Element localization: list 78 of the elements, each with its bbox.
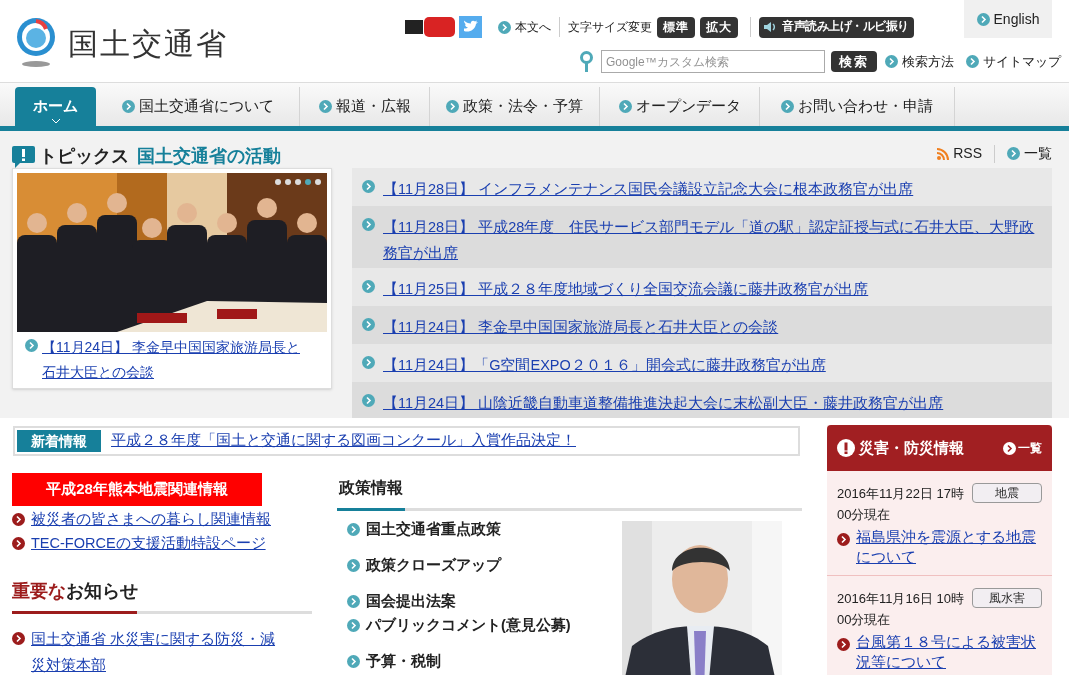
earthquake-banner[interactable]: 平成28年熊本地震関連情報 bbox=[12, 473, 262, 506]
rss-icon bbox=[937, 147, 950, 160]
chevron-icon bbox=[362, 180, 375, 193]
font-size-label: 文字サイズ変更 bbox=[568, 19, 652, 36]
chevron-icon bbox=[25, 339, 38, 352]
disaster-link[interactable]: 福島県沖を震源とする地震について bbox=[856, 527, 1042, 567]
topic-link[interactable]: 【11月24日】 李金早中国国家旅游局長と石井大臣との会談 bbox=[383, 314, 779, 340]
chevron-icon bbox=[885, 55, 898, 68]
nav-tab[interactable]: ホーム bbox=[15, 87, 96, 126]
topic-link[interactable]: 【11月28日】 インフラメンテナンス国民会議設立記念大会に根本政務官が出席 bbox=[383, 176, 914, 202]
font-size-button[interactable]: 標準 bbox=[657, 16, 695, 38]
policy-link[interactable]: 国会提出法案 bbox=[366, 591, 456, 611]
chevron-icon bbox=[318, 100, 332, 113]
notice-link[interactable]: 国土交通省 水災害に関する防災・減災対策本部 bbox=[31, 626, 281, 675]
search-help-link[interactable]: 検索方法 bbox=[885, 51, 954, 72]
earthquake-link[interactable]: 被災者の皆さまへの暮らし関連情報 bbox=[31, 508, 271, 530]
policy-title: 政策情報 bbox=[338, 478, 404, 498]
policy-link[interactable]: 政策クローズアップ bbox=[366, 555, 501, 575]
pin-icon bbox=[580, 50, 593, 73]
speech-button[interactable]: 音声読み上げ・ルビ振り bbox=[759, 16, 914, 38]
chevron-icon bbox=[347, 558, 360, 572]
topic-link[interactable]: 【11月25日】 平成２８年度地域づくり全国交流会議に藤井政務官が出席 bbox=[383, 276, 869, 302]
topic-link[interactable]: 【11月28日】 平成28年度 住民サービス部門モデル「道の駅」認定証授与式に石井大臣、大野政務官が出席 bbox=[383, 214, 1042, 266]
topic-link[interactable]: 【11月24日】「G空間EXPO２０１６」開会式に藤井政務官が出席 bbox=[383, 352, 826, 378]
chevron-icon bbox=[347, 654, 360, 668]
font-size-button[interactable]: 拡大 bbox=[700, 16, 738, 38]
topic-link[interactable]: 【11月24日】 李金早中国国家旅游局長と石井大臣との会談 bbox=[42, 335, 312, 385]
chevron-icon bbox=[362, 356, 375, 369]
chevron-icon bbox=[12, 632, 25, 645]
chevron-icon bbox=[966, 55, 979, 68]
news-label: 新着情報 bbox=[17, 430, 101, 452]
notices-title: 重要なお知らせ bbox=[12, 580, 139, 603]
chevron-icon bbox=[362, 318, 375, 331]
news-link[interactable]: 平成２８年度「国土と交通に関する図画コンクール」入賞作品決定！ bbox=[111, 430, 576, 452]
chevron-icon bbox=[362, 394, 375, 407]
chevron-icon bbox=[362, 280, 375, 293]
chevron-icon bbox=[347, 522, 360, 536]
list-link[interactable]: 一覧 bbox=[1007, 143, 1052, 164]
disaster-time: 2016年11月16日 10時00分現在 bbox=[837, 590, 965, 629]
caret-icon bbox=[50, 118, 61, 124]
chevron-icon bbox=[347, 594, 360, 608]
chevron-icon bbox=[121, 100, 135, 113]
topic-link[interactable]: 【11月24日】 山陰近畿自動車道整備推進決起大会に末松副大臣・藤井政務官が出席 bbox=[383, 390, 944, 416]
chevron-icon bbox=[781, 100, 794, 113]
sitemap-link[interactable]: サイトマップ bbox=[966, 51, 1061, 72]
disaster-tag: 風水害 bbox=[972, 588, 1042, 608]
exclamation-icon bbox=[837, 439, 855, 457]
chevron-icon bbox=[1003, 441, 1016, 455]
disaster-title: 災害・防災情報 bbox=[859, 437, 964, 458]
section-subtitle: 国土交通省の活動 bbox=[137, 145, 281, 168]
policy-link[interactable]: パブリックコメント(意見公募) bbox=[366, 615, 571, 635]
section-title: トピックス bbox=[39, 145, 129, 168]
policy-link[interactable]: 予算・税制 bbox=[366, 651, 441, 671]
chevron-icon bbox=[1007, 147, 1020, 160]
chevron-icon bbox=[498, 20, 511, 34]
site-name: 国土交通省 bbox=[68, 25, 228, 62]
chevron-icon bbox=[12, 536, 25, 550]
chevron-icon bbox=[362, 218, 375, 231]
search-field[interactable]: Google™カスタム検索 bbox=[601, 50, 825, 73]
chevron-icon bbox=[12, 512, 25, 526]
search-button[interactable]: 検索 bbox=[831, 51, 877, 72]
speaker-icon bbox=[764, 21, 778, 33]
disaster-tag: 地震 bbox=[972, 483, 1042, 503]
english-link[interactable]: English bbox=[964, 0, 1052, 38]
chevron-icon bbox=[837, 638, 850, 651]
disaster-list-link[interactable]: 一覧 bbox=[1003, 439, 1042, 457]
disaster-link[interactable]: 台風第１８号による被害状況等について bbox=[856, 632, 1042, 672]
disaster-time: 2016年11月22日 17時00分現在 bbox=[837, 485, 965, 524]
chevron-icon bbox=[446, 100, 459, 113]
chevron-icon bbox=[347, 618, 360, 632]
earthquake-link[interactable]: TEC-FORCEの支援活動特設ページ bbox=[31, 532, 266, 554]
chevron-icon bbox=[976, 12, 990, 26]
bird-icon bbox=[459, 16, 482, 38]
policy-link[interactable]: 国土交通省重点政策 bbox=[366, 519, 501, 539]
rss-link[interactable]: RSS bbox=[937, 143, 982, 164]
skip-link[interactable]: 本文へ bbox=[498, 18, 551, 36]
chevron-icon bbox=[618, 100, 632, 113]
chevron-icon bbox=[837, 533, 850, 546]
